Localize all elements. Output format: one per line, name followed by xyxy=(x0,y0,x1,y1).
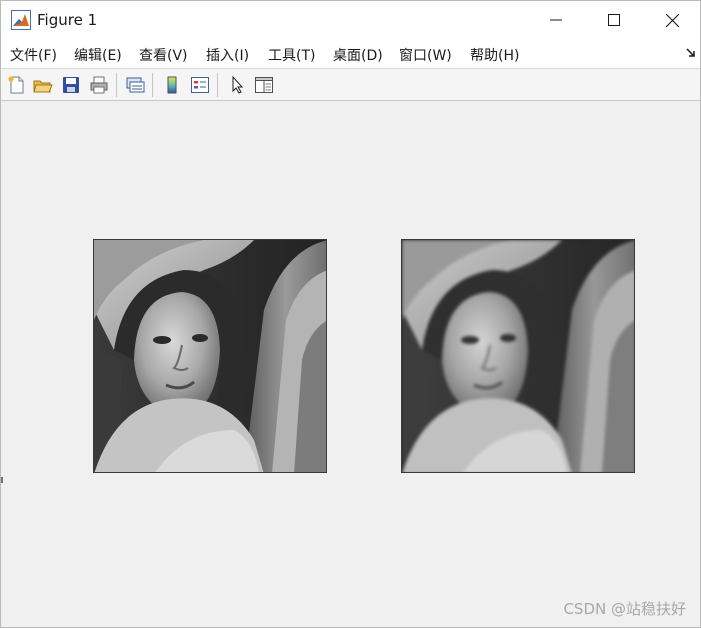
matlab-figure-icon xyxy=(11,10,31,30)
maximize-button[interactable] xyxy=(585,1,643,39)
watermark-text: CSDN @站稳扶好 xyxy=(563,600,686,618)
insert-legend-icon xyxy=(191,77,209,93)
open-file-icon xyxy=(33,80,53,93)
blurred-image xyxy=(402,240,634,472)
insert-colorbar-icon xyxy=(167,76,177,94)
original-image-axes[interactable] xyxy=(93,239,327,473)
toolbar-separator xyxy=(116,73,117,97)
toolbar-separator xyxy=(217,73,218,97)
dock-arrow-icon[interactable] xyxy=(685,47,697,59)
menu-file[interactable]: 文件(F) xyxy=(10,45,57,65)
minimize-icon xyxy=(550,19,562,21)
menu-edit[interactable]: 编辑(E) xyxy=(74,45,122,65)
open-file-button[interactable] xyxy=(31,73,55,97)
figure-toolbar xyxy=(1,69,700,101)
blurred-image-axes[interactable] xyxy=(401,239,635,473)
toolbar-separator xyxy=(152,73,153,97)
menu-help[interactable]: 帮助(H) xyxy=(470,45,519,65)
link-plot-icon xyxy=(126,77,145,93)
print-button[interactable] xyxy=(87,73,111,97)
menu-view[interactable]: 查看(V) xyxy=(139,45,188,65)
menu-bar: 文件(F) 编辑(E) 查看(V) 插入(I) 工具(T) 桌面(D) 窗口(W… xyxy=(1,39,700,69)
close-button[interactable] xyxy=(643,1,700,39)
original-image xyxy=(94,240,326,472)
save-icon xyxy=(63,77,79,93)
insert-colorbar-button[interactable] xyxy=(160,73,184,97)
property-inspector-icon xyxy=(255,77,273,93)
print-icon xyxy=(90,76,108,94)
menu-insert[interactable]: 插入(I) xyxy=(206,45,249,65)
maximize-icon xyxy=(608,14,620,26)
save-button[interactable] xyxy=(59,73,83,97)
edit-plot-button[interactable] xyxy=(225,73,249,97)
title-bar[interactable]: Figure 1 xyxy=(1,1,700,39)
insert-legend-button[interactable] xyxy=(188,73,212,97)
edit-plot-pointer-icon xyxy=(232,75,244,94)
minimize-button[interactable] xyxy=(527,1,585,39)
new-figure-icon xyxy=(8,76,24,94)
menu-desktop[interactable]: 桌面(D) xyxy=(333,45,383,65)
window-title: Figure 1 xyxy=(37,11,98,29)
new-figure-button[interactable] xyxy=(5,73,29,97)
property-inspector-button[interactable] xyxy=(252,73,276,97)
menu-tools[interactable]: 工具(T) xyxy=(268,45,315,65)
canvas-edge-mark xyxy=(1,477,3,483)
close-icon xyxy=(665,13,679,27)
figure-canvas[interactable]: CSDN @站稳扶好 xyxy=(1,102,700,627)
menu-window[interactable]: 窗口(W) xyxy=(399,45,452,65)
link-plot-button[interactable] xyxy=(123,73,147,97)
figure-window: Figure 1 文件(F) 编辑(E) 查看(V) 插入(I) 工具(T) 桌… xyxy=(0,0,701,628)
